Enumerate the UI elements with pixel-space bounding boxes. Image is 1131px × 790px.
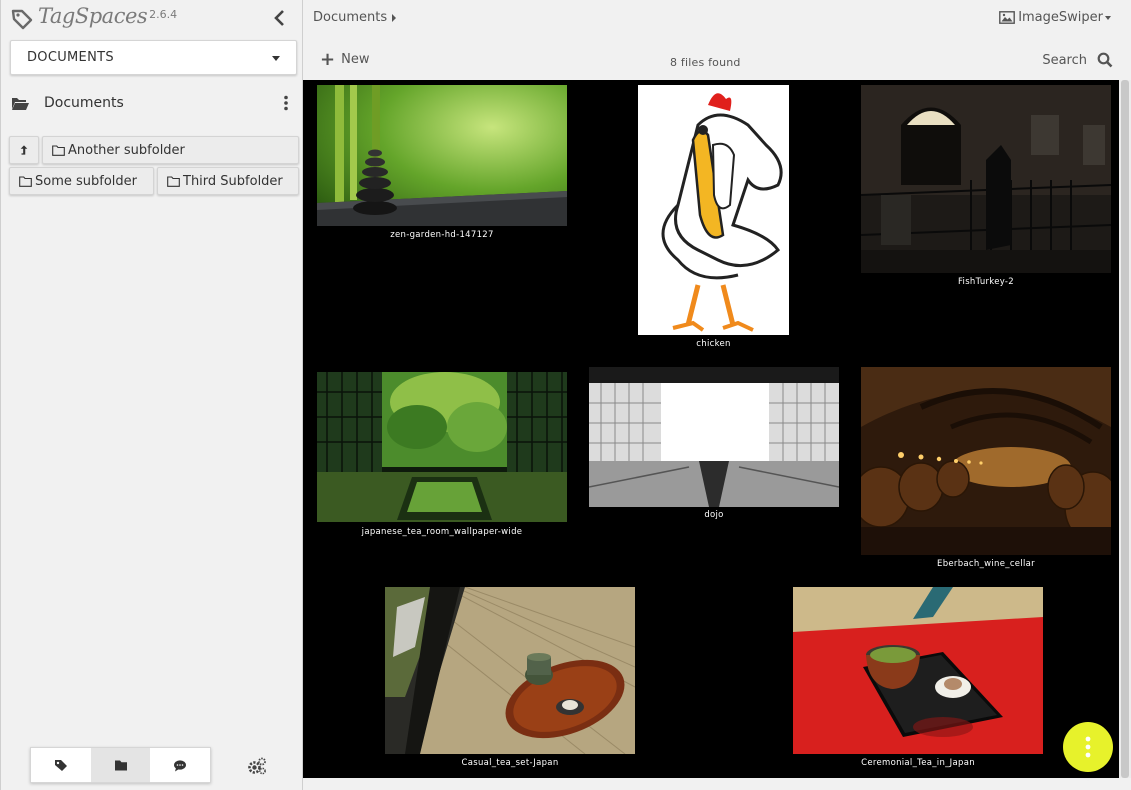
- tags-icon: [54, 759, 67, 771]
- new-file-button[interactable]: + New: [320, 48, 370, 70]
- file-name: japanese_tea_room_wallpaper-wide: [361, 527, 523, 537]
- folder-icon: [52, 144, 65, 156]
- thumbnail: [317, 372, 567, 522]
- file-name: FishTurkey-2: [957, 277, 1015, 287]
- file-tile[interactable]: Eberbach_wine_cellar: [861, 367, 1111, 577]
- folder-icon: [19, 175, 32, 187]
- current-directory: Documents: [11, 92, 293, 114]
- tag-logo-icon: [11, 9, 33, 30]
- subfolder-button[interactable]: Some subfolder: [9, 167, 154, 195]
- subfolder-label: Third Subfolder: [183, 173, 283, 189]
- file-tile[interactable]: Ceremonial_Tea_in_Japan: [793, 587, 1043, 777]
- file-tile[interactable]: Casual_tea_set-Japan: [385, 587, 635, 777]
- thumbnail: [861, 85, 1111, 273]
- subfolder-button[interactable]: Third Subfolder: [157, 167, 299, 195]
- chevron-down-icon: [272, 56, 280, 61]
- file-tile[interactable]: dojo: [589, 367, 839, 527]
- search-button[interactable]: Search: [1042, 52, 1113, 68]
- image-icon: [999, 11, 1016, 24]
- file-name: zen-garden-hd-147127: [390, 230, 494, 240]
- image-grid: zen-garden-hd-147127 chicken FishTurkey-…: [303, 80, 1119, 778]
- thumbnail: [861, 367, 1111, 555]
- thumbnail: [638, 85, 789, 335]
- folder-icon: [167, 175, 180, 187]
- app-name: TagSpaces: [38, 4, 148, 28]
- thumbnail: [385, 587, 635, 754]
- new-button-label: New: [341, 52, 370, 67]
- thumbnail: [317, 85, 567, 226]
- collapse-sidebar-icon[interactable]: [271, 9, 289, 27]
- files-found-count: 8 files found: [670, 56, 741, 69]
- perspective-name: ImageSwiper: [1018, 10, 1103, 25]
- folder-open-icon: [12, 98, 29, 110]
- search-label: Search: [1042, 52, 1087, 68]
- location-select[interactable]: DOCUMENTS: [10, 40, 297, 75]
- app-version: 2.6.4: [149, 8, 178, 21]
- breadcrumb[interactable]: Documents: [313, 10, 397, 25]
- subfolder-label: Another subfolder: [68, 142, 185, 158]
- directory-menu-icon[interactable]: [283, 95, 289, 111]
- file-name: Eberbach_wine_cellar: [937, 559, 1035, 569]
- file-tile[interactable]: japanese_tea_room_wallpaper-wide: [317, 372, 567, 542]
- file-name: dojo: [704, 510, 724, 520]
- chevron-right-icon: [392, 13, 397, 22]
- search-icon: [1097, 52, 1113, 68]
- level-up-icon: [20, 145, 28, 155]
- tab-tags[interactable]: [31, 748, 91, 782]
- app-logo: TagSpaces 2.6.4: [11, 4, 177, 34]
- tab-folders[interactable]: [90, 748, 151, 782]
- scrollbar-thumb[interactable]: [1121, 80, 1129, 778]
- file-name: Casual_tea_set-Japan: [461, 758, 559, 768]
- file-tile[interactable]: chicken: [638, 85, 789, 355]
- subfolder-button[interactable]: Another subfolder: [42, 136, 299, 164]
- more-actions-button[interactable]: [1063, 722, 1113, 772]
- subfolder-label: Some subfolder: [35, 173, 138, 189]
- main-area: Documents ImageSwiper + New 8 files foun…: [303, 0, 1131, 790]
- sidebar: TagSpaces 2.6.4 DOCUMENTS Documents Anot…: [0, 0, 303, 790]
- perspective-switcher[interactable]: ImageSwiper: [999, 10, 1111, 25]
- vertical-dots-icon: [1085, 736, 1091, 758]
- current-directory-name: Documents: [44, 95, 124, 111]
- grid-scrollbar[interactable]: [1119, 80, 1131, 778]
- breadcrumb-item: Documents: [313, 10, 388, 25]
- parent-directory-button[interactable]: [9, 136, 39, 164]
- location-select-value: DOCUMENTS: [27, 50, 114, 65]
- folder-icon: [114, 760, 127, 770]
- file-name: chicken: [696, 339, 731, 349]
- chevron-down-icon: [1105, 15, 1111, 20]
- tab-chat[interactable]: [150, 748, 210, 782]
- file-tile[interactable]: FishTurkey-2: [861, 85, 1111, 295]
- thumbnail: [589, 367, 839, 507]
- file-tile[interactable]: zen-garden-hd-147127: [317, 85, 567, 245]
- file-name: Ceremonial_Tea_in_Japan: [861, 758, 975, 768]
- thumbnail: [793, 587, 1043, 754]
- plus-icon: +: [320, 48, 336, 70]
- settings-gears-icon[interactable]: [247, 757, 267, 775]
- sidebar-tabs: [30, 747, 211, 783]
- chat-icon: [174, 759, 187, 771]
